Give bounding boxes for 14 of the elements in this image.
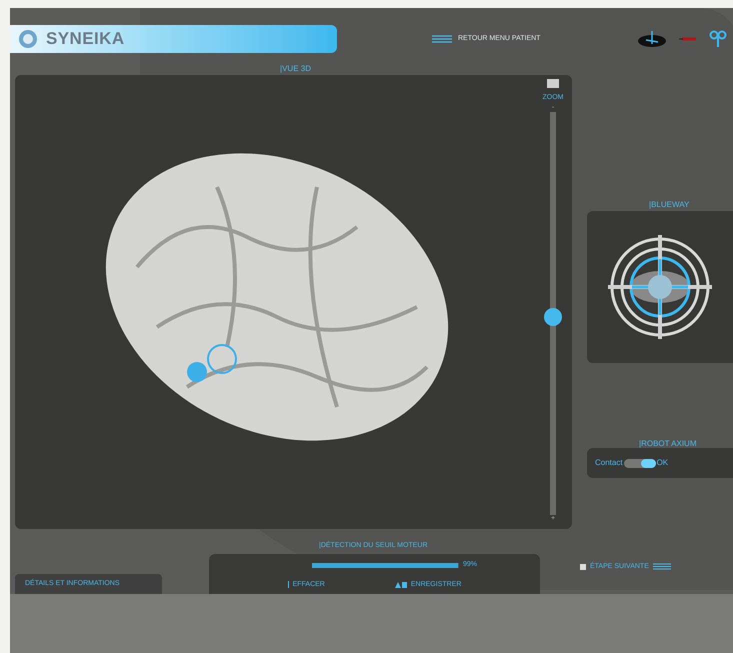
logo-text: SYNEIKA xyxy=(46,28,125,50)
device-icon[interactable] xyxy=(637,30,667,48)
save-icon xyxy=(394,582,407,588)
robot-title: |ROBOT AXIUM xyxy=(639,438,698,448)
logo-icon xyxy=(18,29,38,49)
contact-label: Contact xyxy=(595,457,623,469)
zoom-thumb[interactable] xyxy=(544,308,562,326)
contact-toggle[interactable] xyxy=(624,458,656,468)
ok-label: OK xyxy=(656,457,668,469)
view-title: |VUE 3D xyxy=(280,64,312,74)
menu-icon xyxy=(432,35,452,43)
glasses-icon[interactable] xyxy=(709,30,727,48)
blueway-title: |BLUEWAY xyxy=(649,199,690,211)
menu-icon xyxy=(652,563,671,570)
